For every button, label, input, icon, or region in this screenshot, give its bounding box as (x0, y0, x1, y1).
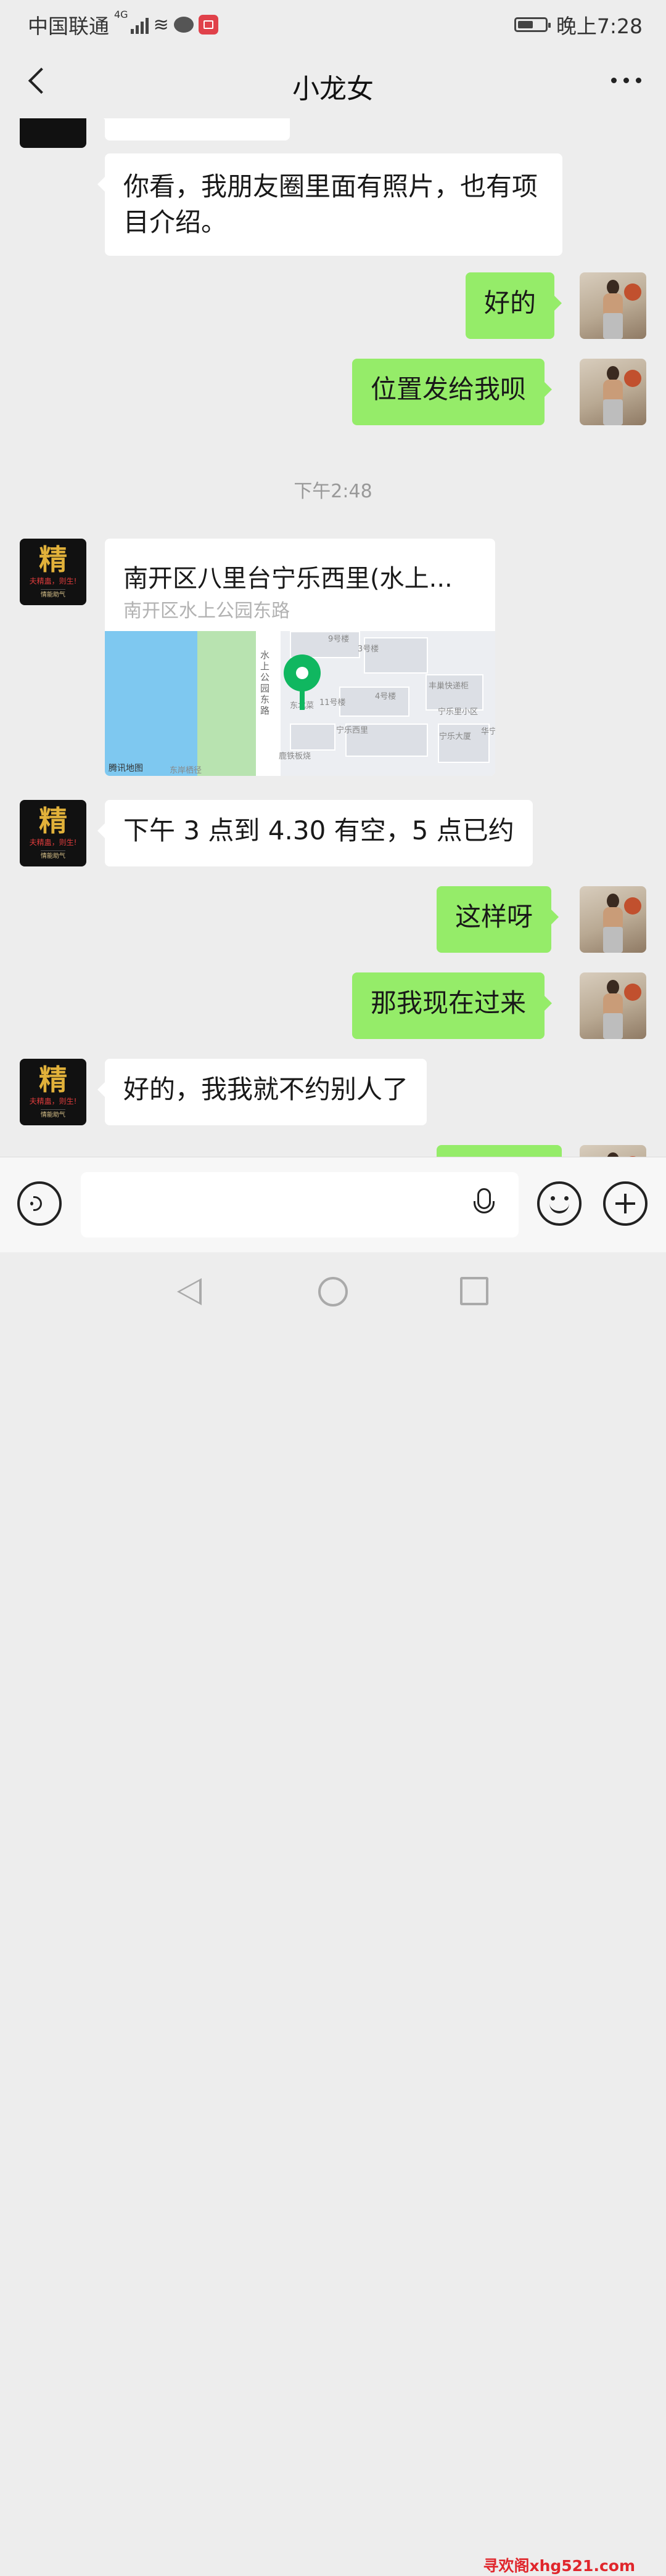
message-bubble[interactable]: 那我现在过来 (352, 972, 553, 1039)
location-map[interactable]: 水上公园东路 9号楼 3号楼 4号楼 11号楼 东北菜 丰巢快递柜 宁乐里小区 … (105, 631, 495, 776)
map-brand-label: 腾讯地图 (109, 764, 143, 773)
chat-input-bar (0, 1157, 666, 1253)
message-row-outgoing: 好的 (0, 272, 666, 339)
battery-icon (514, 17, 551, 32)
message-row-outgoing: 位置发给我呗 (0, 359, 666, 425)
message-row-outgoing: 这样呀 (0, 886, 666, 953)
message-notification-icon (173, 17, 194, 33)
user-avatar[interactable] (580, 359, 646, 425)
location-pin-icon (284, 654, 321, 691)
message-bubble-partial[interactable] (437, 1145, 562, 1157)
message-row-outgoing (0, 1145, 666, 1157)
message-bubble[interactable]: 这样呀 (437, 886, 559, 953)
carrier-label: 中国联通 (28, 14, 109, 38)
system-back-icon[interactable] (177, 1278, 202, 1305)
message-bubble[interactable]: 下午 3 点到 4.30 有空，5 点已约 (97, 800, 533, 866)
system-nav-bar: 寻欢阁xhg521.com (0, 1252, 666, 2575)
status-bar: 中国联通 4G ≋ 晚上7:28 (0, 0, 666, 46)
contact-avatar[interactable]: 精 (20, 118, 86, 148)
microphone-icon[interactable] (474, 1188, 495, 1213)
chat-header: 小龙女 (0, 46, 666, 118)
message-input[interactable] (81, 1172, 519, 1237)
contact-avatar[interactable]: 精 夫精蛊，则生! 情能助气 (20, 1059, 86, 1125)
wifi-icon: ≋ (153, 14, 169, 36)
voice-mode-button[interactable] (17, 1181, 62, 1226)
system-recents-icon[interactable] (460, 1277, 488, 1305)
user-avatar[interactable] (580, 272, 646, 339)
system-home-icon[interactable] (318, 1277, 348, 1306)
more-actions-button[interactable] (603, 1181, 648, 1226)
location-address: 南开区水上公园东路 (123, 600, 290, 622)
contact-avatar[interactable]: 精 夫精蛊，则生! 情能助气 (20, 800, 86, 866)
message-bubble[interactable]: 好的，我我就不约别人了 (97, 1059, 427, 1125)
signal-icon (130, 15, 149, 34)
location-name: 南开区八里台宁乐西里(水上... (123, 565, 453, 593)
user-avatar[interactable] (580, 886, 646, 953)
message-timestamp: 下午2:48 (294, 481, 372, 502)
message-bubble-partial[interactable] (97, 118, 290, 141)
message-bubble[interactable]: 好的 (466, 272, 562, 339)
message-bubble[interactable]: 位置发给我呗 (352, 359, 553, 425)
message-bubble[interactable]: 你看，我朋友圈里面有照片，也有项目介绍。 (97, 153, 562, 256)
location-card[interactable]: 南开区八里台宁乐西里(水上... 南开区水上公园东路 水上公园东路 9号楼 3号… (105, 539, 495, 776)
app-notification-icon (198, 15, 218, 35)
message-row-outgoing: 那我现在过来 (0, 972, 666, 1039)
user-avatar[interactable] (580, 1145, 646, 1157)
network-type-label: 4G (114, 9, 128, 20)
user-avatar[interactable] (580, 972, 646, 1039)
more-options-button[interactable] (611, 78, 641, 83)
message-list[interactable]: 精 你看，我朋友圈里面有照片，也有项目介绍。 好的 位置发给我呗 下午2:48 … (0, 118, 666, 1157)
contact-avatar[interactable]: 精 夫精蛊，则生! 情能助气 (20, 539, 86, 605)
watermark-text: 寻欢阁xhg521.com (483, 2557, 635, 2575)
chat-title: 小龙女 (292, 73, 374, 105)
clock-label: 晚上7:28 (556, 14, 643, 38)
emoji-button[interactable] (537, 1181, 582, 1226)
